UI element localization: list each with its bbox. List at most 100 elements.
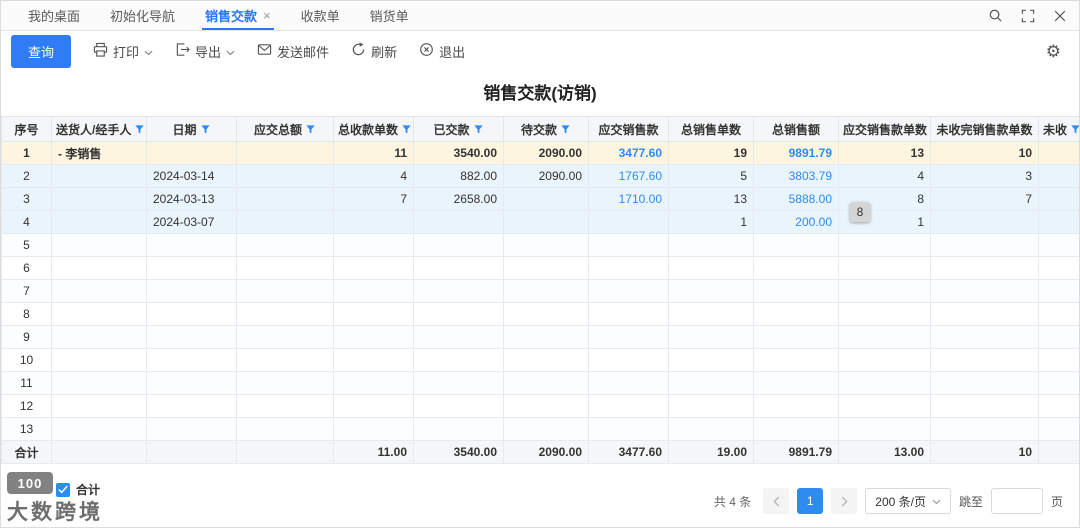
cell-seq: 12 <box>1 394 52 418</box>
next-page-button[interactable] <box>831 488 858 514</box>
cell-unpaid_count <box>930 371 1039 395</box>
column-header-paid[interactable]: 已交款 <box>413 116 504 142</box>
column-label: 待交款 <box>520 122 557 137</box>
cell-sales_due_count <box>838 417 931 441</box>
cell-overflow <box>1038 141 1079 165</box>
page-number-button[interactable]: 1 <box>797 488 824 514</box>
footer-bar: 合计 共 4 条 1 200 条/页 跳至 页 <box>1 475 1079 527</box>
column-header-overflow[interactable]: 未收 <box>1038 116 1079 142</box>
cell-sales_due_count: 4 <box>838 164 931 188</box>
cell-receipt_count <box>333 302 414 326</box>
cell-sales_due_count <box>838 233 931 257</box>
cell-total_sales: 9891.79 <box>753 440 839 464</box>
cell-pending <box>503 187 589 211</box>
tab[interactable]: 销货单 <box>355 1 424 30</box>
cell-seq: 7 <box>1 279 52 303</box>
cell-receipt_count <box>333 325 414 349</box>
prev-page-button[interactable] <box>763 488 790 514</box>
sort-filter-icon[interactable] <box>560 124 571 138</box>
tab-close-icon[interactable]: × <box>263 9 271 22</box>
cell-date <box>146 440 237 464</box>
sort-filter-icon[interactable] <box>1070 124 1079 138</box>
sort-filter-icon[interactable] <box>305 124 316 138</box>
table-row[interactable]: 10 <box>1 348 1079 372</box>
export-label: 导出 <box>195 44 222 60</box>
cell-sales_due <box>588 302 669 326</box>
exit-button[interactable]: 退出 <box>419 42 465 61</box>
column-header-pending[interactable]: 待交款 <box>503 116 589 142</box>
gear-icon[interactable]: ⚙ <box>1046 43 1061 60</box>
cell-sales_due <box>588 371 669 395</box>
tab[interactable]: 初始化导航 <box>95 1 190 30</box>
cell-seq: 5 <box>1 233 52 257</box>
fullscreen-icon[interactable] <box>1021 9 1035 23</box>
sort-filter-icon[interactable] <box>401 124 412 138</box>
export-button[interactable]: 导出 <box>175 42 235 61</box>
cell-sales_orders: 5 <box>668 164 754 188</box>
cell-unpaid_count: 3 <box>930 164 1039 188</box>
table-row[interactable]: 13 <box>1 417 1079 441</box>
sort-filter-icon[interactable] <box>473 124 484 138</box>
cell-handler <box>51 440 147 464</box>
page-size-select[interactable]: 200 条/页 <box>865 488 951 514</box>
tab[interactable]: 收款单 <box>286 1 355 30</box>
refresh-button[interactable]: 刷新 <box>351 42 397 61</box>
table-row[interactable]: 2 2024-03-14 4 882.00 2090.00 1767.60 5 3803.79… <box>1 164 1079 188</box>
column-header-total_due[interactable]: 应交总额 <box>236 116 334 142</box>
table-row[interactable]: 8 <box>1 302 1079 326</box>
jump-page-input[interactable] <box>990 488 1043 514</box>
cell-overflow <box>1038 164 1079 188</box>
cell-handler <box>51 394 147 418</box>
summary-checkbox[interactable] <box>56 482 70 497</box>
cell-handler <box>51 325 147 349</box>
cell-handler <box>51 302 147 326</box>
query-button[interactable]: 查询 <box>11 34 72 68</box>
cell-sales_due <box>588 417 669 441</box>
column-header-date[interactable]: 日期 <box>146 116 237 142</box>
total-count: 共 4 条 <box>713 494 752 509</box>
cell-sales_due <box>588 325 669 349</box>
tab-label: 销货单 <box>369 9 409 24</box>
table-row[interactable]: 11 <box>1 371 1079 395</box>
cell-total_sales <box>753 325 839 349</box>
search-icon[interactable] <box>988 8 1003 23</box>
column-label: 总收款单数 <box>338 122 399 137</box>
cell-total_sales <box>753 417 839 441</box>
table-row[interactable]: 6 <box>1 256 1079 280</box>
table-row[interactable]: 3 2024-03-13 7 2658.00 1710.00 13 5888.00 8 7 <box>1 187 1079 211</box>
cell-date <box>146 302 237 326</box>
column-header-handler[interactable]: 送货人/经手人 <box>51 116 147 142</box>
table-row[interactable]: 9 <box>1 325 1079 349</box>
cell-date <box>146 279 237 303</box>
cell-sales_due: 1710.00 <box>588 187 669 211</box>
cell-pending <box>503 325 589 349</box>
sort-filter-icon[interactable] <box>200 124 211 138</box>
summary-toggle[interactable]: 合计 <box>56 481 100 498</box>
cell-unpaid_count <box>930 302 1039 326</box>
send-email-button[interactable]: 发送邮件 <box>257 42 329 61</box>
sort-filter-icon[interactable] <box>134 124 145 138</box>
tab-label: 销售交款 <box>205 9 258 24</box>
tab[interactable]: 我的桌面 <box>13 1 95 30</box>
cell-total_sales <box>753 348 839 372</box>
cell-unpaid_count <box>930 394 1039 418</box>
cell-seq: 8 <box>1 302 52 326</box>
cell-pending: 2090.00 <box>503 141 589 165</box>
print-button[interactable]: 打印 <box>93 42 153 61</box>
cell-total_sales: 9891.79 <box>753 141 839 165</box>
cell-overflow <box>1038 279 1079 303</box>
table-row[interactable]: 4 2024-03-07 1 200.00 1 <box>1 210 1079 234</box>
cell-pending: 2090.00 <box>503 164 589 188</box>
cell-total_sales: 3803.79 <box>753 164 839 188</box>
table-row[interactable]: 1- 李销售 11 3540.00 2090.00 3477.60 19 9891.79 13… <box>1 141 1079 165</box>
tab[interactable]: 销售交款 × <box>190 1 286 30</box>
chevron-down-icon <box>932 494 941 508</box>
column-header-receipt_count[interactable]: 总收款单数 <box>333 116 414 142</box>
table-row[interactable]: 5 <box>1 233 1079 257</box>
cell-total_due <box>236 348 334 372</box>
window-close-icon[interactable] <box>1053 9 1067 23</box>
cell-total_sales <box>753 279 839 303</box>
table-row[interactable]: 7 <box>1 279 1079 303</box>
cell-total_due <box>236 325 334 349</box>
table-row[interactable]: 12 <box>1 394 1079 418</box>
